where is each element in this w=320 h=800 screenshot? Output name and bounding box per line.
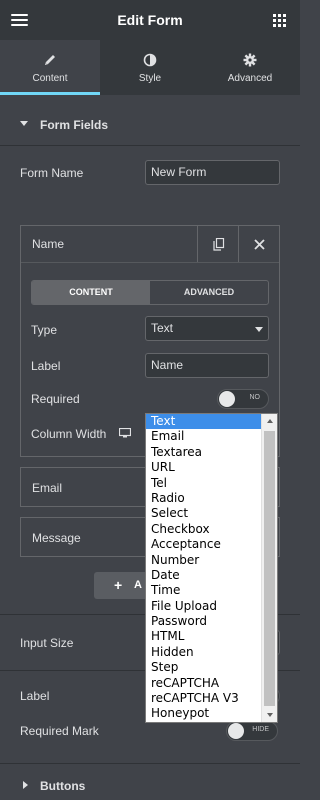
tab-style-label: Style xyxy=(138,73,162,84)
section-title: Form Fields xyxy=(40,118,109,132)
remove-button[interactable] xyxy=(238,226,279,263)
chevron-down-icon xyxy=(255,327,263,332)
dropdown-option[interactable]: Tel xyxy=(146,476,262,491)
close-icon xyxy=(254,239,265,250)
dropdown-option[interactable]: URL xyxy=(146,460,262,475)
form-name-input[interactable]: New Form xyxy=(145,160,280,185)
repeater-divider xyxy=(21,262,279,263)
dropdown-option[interactable]: Password xyxy=(146,614,262,629)
dropdown-option[interactable]: Select xyxy=(146,506,262,521)
field-item-email-title: Email xyxy=(32,481,63,495)
copy-icon xyxy=(213,238,225,251)
desktop-icon[interactable] xyxy=(119,428,131,438)
tab-field-content[interactable]: CONTENT xyxy=(32,281,150,304)
dropdown-option[interactable]: Acceptance xyxy=(146,537,262,552)
dropdown-scrollbar[interactable] xyxy=(261,414,277,722)
field-item-title: Name xyxy=(32,237,65,251)
required-label: Required xyxy=(31,392,80,406)
form-fields-section-header[interactable]: Form Fields xyxy=(0,104,300,146)
column-width-label: Column Width xyxy=(31,427,107,441)
top-bar: Edit Form xyxy=(0,0,300,40)
type-select-value: Text xyxy=(151,321,174,335)
required-mark-toggle[interactable]: HIDE xyxy=(226,721,278,741)
dropdown-option[interactable]: File Upload xyxy=(146,599,262,614)
tab-content-label: Content xyxy=(32,73,68,84)
dropdown-option[interactable]: Honeypot xyxy=(146,706,262,721)
dropdown-option[interactable]: Step xyxy=(146,660,262,675)
field-item-message-title: Message xyxy=(32,531,81,545)
form-name-label: Form Name xyxy=(20,166,84,180)
input-size-label: Input Size xyxy=(20,636,74,650)
dropdown-option[interactable]: HTML xyxy=(146,629,262,644)
dropdown-option[interactable]: Text xyxy=(146,414,262,430)
dropdown-option[interactable]: Date xyxy=(146,568,262,583)
tab-content[interactable]: Content xyxy=(0,40,100,95)
duplicate-button[interactable] xyxy=(197,226,238,263)
plus-icon: + xyxy=(114,577,123,593)
dropdown-option[interactable]: reCAPTCHA xyxy=(146,676,262,691)
tab-style[interactable]: Style xyxy=(100,40,200,95)
caret-down-icon xyxy=(20,121,28,126)
caret-right-icon xyxy=(23,781,28,789)
panel-title: Edit Form xyxy=(117,12,183,28)
field-item-tabs: CONTENT ADVANCED xyxy=(31,280,269,305)
toggle-knob xyxy=(228,723,244,739)
dropdown-option[interactable]: Radio xyxy=(146,491,262,506)
pencil-icon xyxy=(0,53,100,67)
type-label: Type xyxy=(31,323,58,337)
required-toggle[interactable]: NO xyxy=(217,389,269,409)
scroll-down-icon[interactable] xyxy=(267,713,273,717)
buttons-section-title: Buttons xyxy=(40,779,86,793)
dropdown-option[interactable]: Email xyxy=(146,429,262,444)
dropdown-option[interactable]: Textarea xyxy=(146,445,262,460)
label-label: Label xyxy=(31,359,61,373)
label-row-label: Label xyxy=(20,689,50,703)
dropdown-options: Text Email Textarea URL Tel Radio Select Checkb… xyxy=(146,414,262,722)
type-select[interactable]: Text xyxy=(145,316,269,341)
panel-tabs: Content Style Advanced xyxy=(0,40,300,95)
dropdown-option[interactable]: Number xyxy=(146,553,262,568)
tab-field-advanced[interactable]: ADVANCED xyxy=(150,281,268,304)
scroll-thumb[interactable] xyxy=(264,431,275,706)
grid-icon[interactable] xyxy=(273,14,286,27)
tab-advanced-label: Advanced xyxy=(227,73,273,84)
type-dropdown-list[interactable]: Text Email Textarea URL Tel Radio Select Checkb… xyxy=(145,413,278,723)
toggle-knob xyxy=(219,391,235,407)
required-toggle-text: NO xyxy=(249,394,261,401)
dropdown-option[interactable]: Hidden xyxy=(146,645,262,660)
field-item-header[interactable]: Name xyxy=(21,226,279,263)
gear-icon xyxy=(200,53,300,67)
scroll-up-icon[interactable] xyxy=(267,419,273,423)
half-circle-icon xyxy=(100,53,200,67)
dropdown-option[interactable]: reCAPTCHA V3 xyxy=(146,691,262,706)
add-item-label: A xyxy=(134,579,142,591)
required-mark-label: Required Mark xyxy=(20,724,99,738)
tab-advanced[interactable]: Advanced xyxy=(200,40,300,95)
buttons-section-header[interactable]: Buttons xyxy=(0,764,300,800)
dropdown-option[interactable]: Checkbox xyxy=(146,522,262,537)
required-mark-toggle-text: HIDE xyxy=(252,726,269,733)
label-input[interactable]: Name xyxy=(145,353,269,378)
dropdown-option[interactable]: Time xyxy=(146,583,262,598)
